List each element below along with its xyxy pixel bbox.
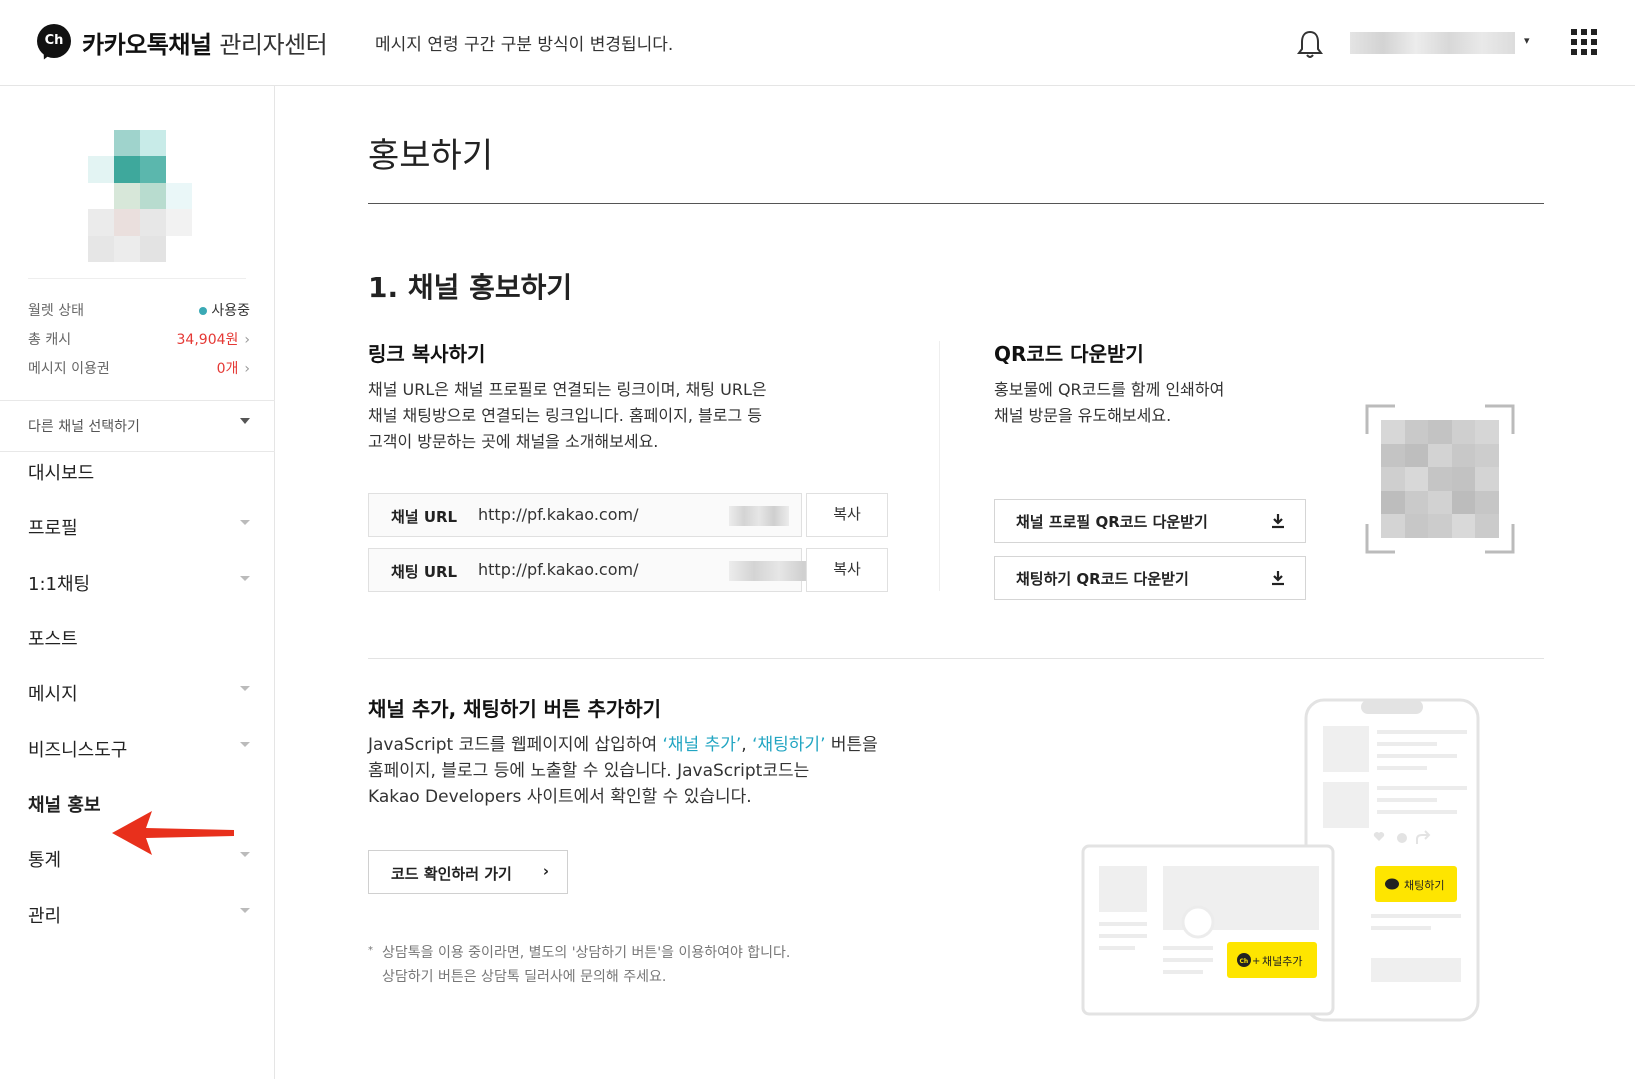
copy-chat-url-button[interactable]: 복사 xyxy=(806,548,888,592)
account-name-redacted[interactable] xyxy=(1350,32,1515,54)
chat-qr-download-button[interactable]: 채팅하기 QR코드 다운받기 xyxy=(994,556,1306,600)
caret-down-icon xyxy=(240,852,250,857)
wallet-status-row: 월렛 상태 사용중 xyxy=(28,300,250,320)
channel-url-value[interactable]: http://pf.kakao.com/ xyxy=(478,505,638,524)
nav-dashboard[interactable]: 대시보드 xyxy=(28,459,250,489)
wallet-status-label: 월렛 상태 xyxy=(28,303,84,319)
account-caret-icon[interactable]: ▾ xyxy=(1524,34,1530,47)
title-divider xyxy=(368,203,1544,204)
channel-profile-image[interactable] xyxy=(88,130,192,262)
message-voucher-label: 메시지 이용권 xyxy=(28,361,110,377)
check-code-button[interactable]: 코드 확인하러 가기 › xyxy=(368,850,568,894)
chevron-right-icon: › xyxy=(244,361,250,377)
main-content: 홍보하기 1. 채널 홍보하기 링크 복사하기 채널 URL은 채널 프로필로 … xyxy=(276,86,1635,1079)
nav-message[interactable]: 메시지 xyxy=(28,680,250,710)
qr-code-image-redacted xyxy=(1381,420,1499,538)
caret-down-icon xyxy=(240,686,250,691)
message-voucher-value[interactable]: 0개 › xyxy=(217,358,250,378)
download-icon xyxy=(1272,571,1284,586)
brand-bold: 카카오톡채널 xyxy=(82,31,212,59)
link-copy-description: 채널 URL은 채널 프로필로 연결되는 링크이며, 채팅 URL은 채널 채팅… xyxy=(368,380,767,451)
column-divider xyxy=(939,341,940,591)
channel-url-label: 채널 URL xyxy=(391,508,458,526)
link-copy-title: 링크 복사하기 xyxy=(368,342,486,366)
url-id-redacted xyxy=(729,506,789,526)
illus-add-button-label: 채널추가 xyxy=(1262,955,1302,968)
header-notice-link[interactable]: 메시지 연령 구간 구분 방식이 변경됩니다. xyxy=(375,30,673,55)
top-header: Ch 카카오톡채널 관리자센터 메시지 연령 구간 구분 방식이 변경됩니다. … xyxy=(0,0,1635,86)
message-voucher-row[interactable]: 메시지 이용권 0개 › xyxy=(28,358,250,378)
divider xyxy=(28,278,246,279)
caret-down-icon xyxy=(240,520,250,525)
section-title: 1. 채널 홍보하기 xyxy=(368,271,573,304)
caret-down-icon xyxy=(240,576,250,581)
chevron-right-icon: › xyxy=(244,332,250,348)
red-arrow-annotation xyxy=(112,811,234,855)
nav-profile[interactable]: 프로필 xyxy=(28,514,250,544)
copy-channel-url-button[interactable]: 복사 xyxy=(806,493,888,537)
sidebar: 월렛 상태 사용중 총 캐시 34,904원 › 메시지 이용권 0개 › 다른 채… xyxy=(0,86,275,1079)
illus-chat-button-label: 채팅하기 xyxy=(1404,878,1444,892)
divider xyxy=(0,400,275,401)
brand-light: 관리자센터 xyxy=(219,31,328,59)
brand-title[interactable]: 카카오톡채널 관리자센터 xyxy=(82,25,328,60)
profile-qr-download-label: 채널 프로필 QR코드 다운받기 xyxy=(1016,513,1208,531)
qr-description: 홍보물에 QR코드를 함께 인쇄하여 채널 방문을 유도해보세요. xyxy=(994,380,1225,425)
chat-url-label: 채팅 URL xyxy=(391,563,458,581)
page-title: 홍보하기 xyxy=(368,136,494,176)
illus-add-logo: Ch xyxy=(1240,958,1249,965)
chat-url-field[interactable]: 채팅 URL http://pf.kakao.com/ xyxy=(368,548,829,592)
chat-qr-download-label: 채팅하기 QR코드 다운받기 xyxy=(1016,570,1189,588)
total-cash-row[interactable]: 총 캐시 34,904원 › xyxy=(28,329,250,349)
nav-chat[interactable]: 1:1채팅 xyxy=(28,570,250,600)
nav-management[interactable]: 관리 xyxy=(28,902,250,932)
nav-business-tools[interactable]: 비즈니스도구 xyxy=(28,736,250,766)
consult-note: * 상담톡을 이용 중이라면, 별도의 '상담하기 버튼'을 이용하여야 합니다… xyxy=(368,945,791,985)
other-channel-select[interactable]: 다른 채널 선택하기 xyxy=(28,416,250,436)
nav-post[interactable]: 포스트 xyxy=(28,625,250,655)
button-example-illustration: 채팅하기 Ch + 채널추가 xyxy=(1081,698,1480,1022)
channel-url-field[interactable]: 채널 URL http://pf.kakao.com/ xyxy=(368,493,802,537)
apps-grid-icon[interactable] xyxy=(1571,29,1597,55)
caret-down-icon xyxy=(240,418,250,424)
caret-down-icon xyxy=(240,908,250,913)
profile-qr-download-button[interactable]: 채널 프로필 QR코드 다운받기 xyxy=(994,499,1306,543)
svg-text:+: + xyxy=(1252,956,1260,967)
section-divider xyxy=(368,658,1544,659)
add-button-title: 채널 추가, 채팅하기 버튼 추가하기 xyxy=(368,697,662,721)
divider xyxy=(0,451,275,452)
status-dot-icon xyxy=(199,307,208,315)
other-channel-label: 다른 채널 선택하기 xyxy=(28,419,140,435)
bell-icon[interactable] xyxy=(1296,28,1324,60)
total-cash-value[interactable]: 34,904원 › xyxy=(177,329,250,349)
check-code-label: 코드 확인하러 가기 xyxy=(391,865,512,883)
chat-url-value[interactable]: http://pf.kakao.com/ xyxy=(478,560,638,579)
add-button-description: JavaScript 코드를 웹페이지에 삽입하여 ‘채널 추가’, ‘채팅하기… xyxy=(368,735,878,807)
total-cash-label: 총 캐시 xyxy=(28,332,72,348)
qr-download-title: QR코드 다운받기 xyxy=(994,342,1144,366)
download-icon xyxy=(1272,514,1284,529)
caret-down-icon xyxy=(240,742,250,747)
chevron-right-icon: › xyxy=(542,862,549,880)
wallet-status-value: 사용중 xyxy=(199,300,250,320)
